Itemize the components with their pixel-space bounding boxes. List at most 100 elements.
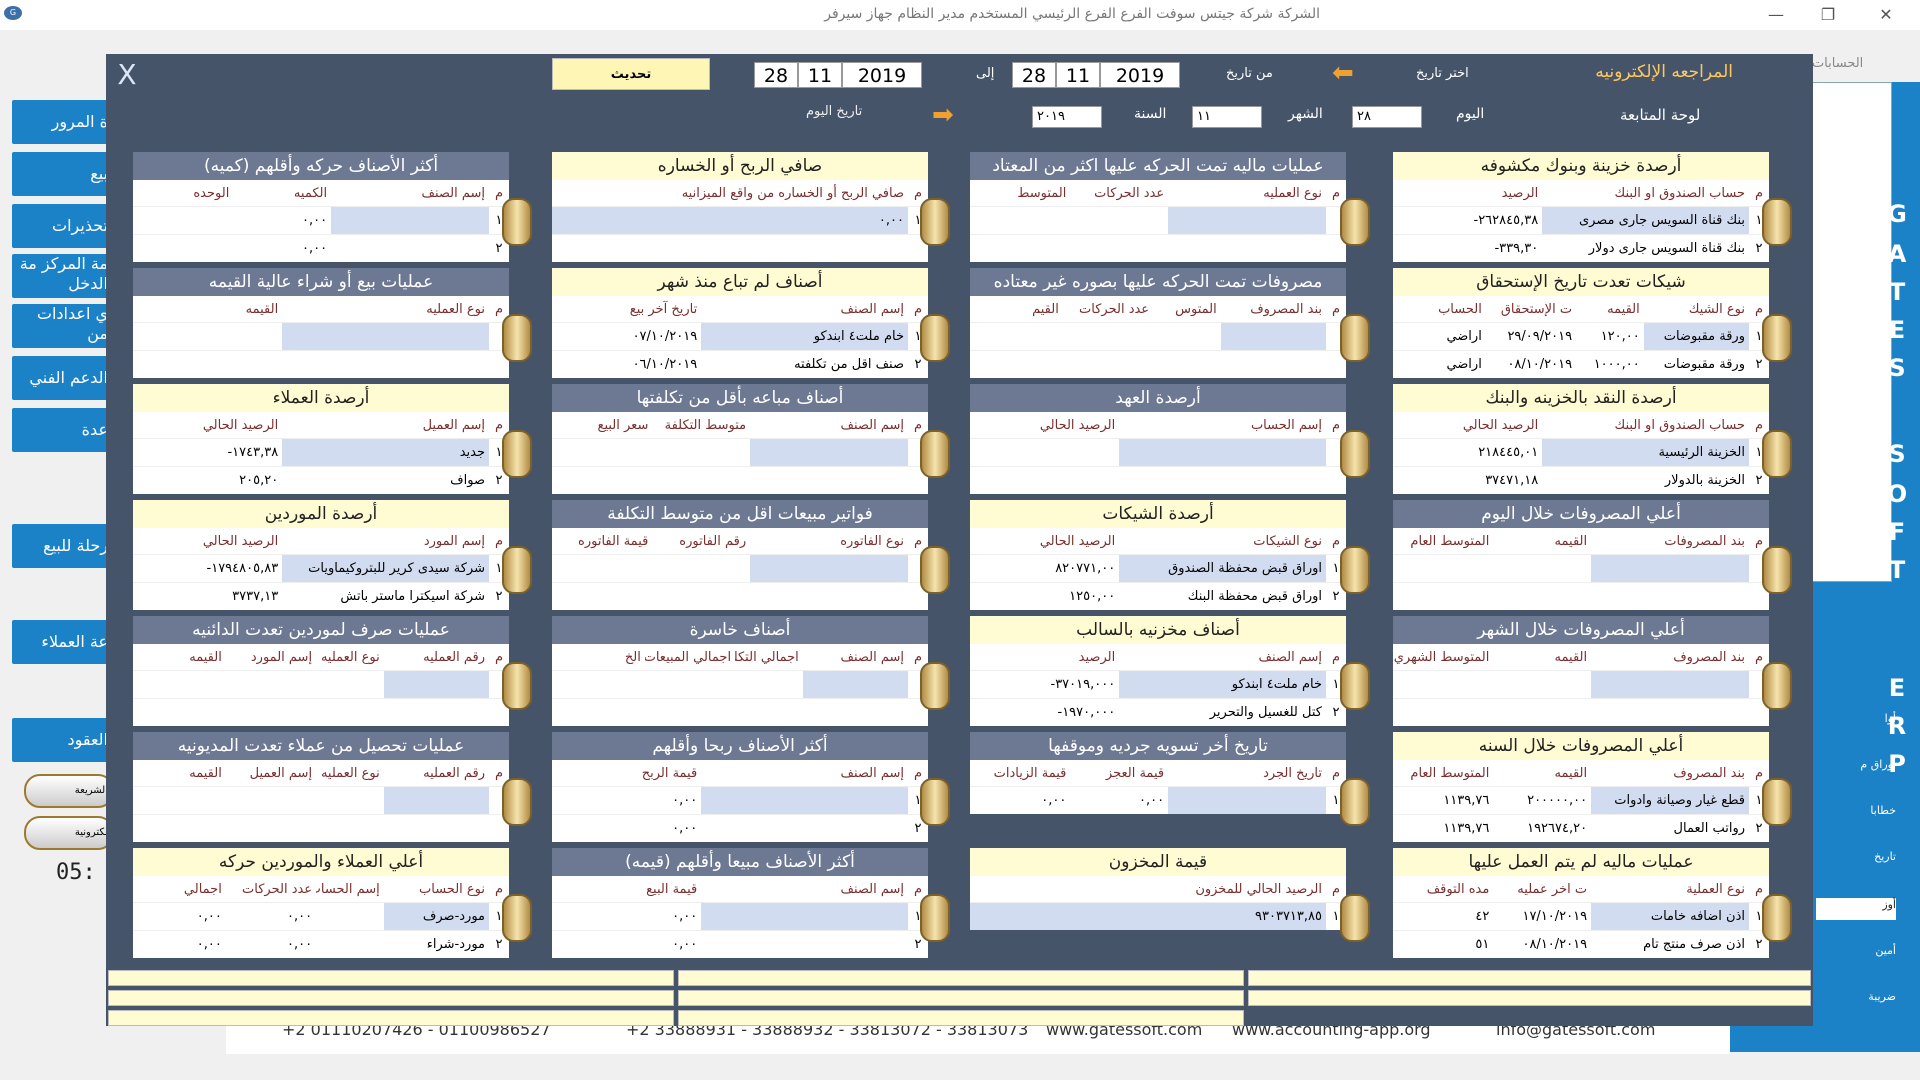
side-item[interactable]: خطابا	[1816, 804, 1896, 817]
shortcut-button[interactable]: الشريعة	[24, 774, 114, 808]
column-header[interactable]: القيمه	[133, 644, 226, 670]
column-header[interactable]: إسم العميل	[282, 412, 489, 438]
column-header[interactable]: الخ	[552, 644, 645, 670]
scroll-handle[interactable]	[1762, 198, 1792, 246]
column-header[interactable]: صافي الربح أو الخساره من واقع الميزانيه	[552, 180, 908, 206]
table-row[interactable]: ١ ٠,٠٠	[552, 786, 928, 814]
column-header[interactable]: المتوسط	[970, 180, 1070, 206]
table-row[interactable]: ٢ صنف اقل من تكلفته ٠٦/١٠/٢٠١٩	[552, 350, 928, 378]
table-row[interactable]	[133, 698, 509, 726]
column-header[interactable]: إسم الصنف	[701, 760, 908, 786]
table-row[interactable]: ٢ مورد-شراء ٠,٠٠ ٠,٠٠	[133, 930, 509, 958]
column-header[interactable]: الكميه	[233, 180, 331, 206]
column-header[interactable]: القيمه	[1493, 760, 1591, 786]
column-header[interactable]: القيمه	[1493, 644, 1591, 670]
table-row[interactable]: ١ ٠,٠٠	[552, 902, 928, 930]
table-row[interactable]: ١ اذن اضافه خامات ١٧/١٠/٢٠١٩ ٤٢	[1393, 902, 1769, 930]
column-header[interactable]: نوع الحساب	[384, 876, 489, 902]
scroll-handle[interactable]	[920, 430, 950, 478]
column-header[interactable]: اجمالي	[133, 876, 226, 902]
column-header[interactable]: إسم الصنف	[701, 876, 908, 902]
scroll-handle[interactable]	[1340, 546, 1370, 594]
scroll-handle[interactable]	[1762, 778, 1792, 826]
table-row[interactable]: ١ اوراق قبض محفظة الصندوق ٨٢٠٧٧١,٠٠	[970, 554, 1346, 582]
column-header[interactable]: سعر البيع	[552, 412, 652, 438]
table-row[interactable]: ٢ رواتب العمال ١٩٢٦٧٤,٢٠ ١١٣٩,٧٦	[1393, 814, 1769, 842]
table-row[interactable]: ١ الخزينة الرئيسية ٢١٨٤٤٥,٠١	[1393, 438, 1769, 466]
column-header[interactable]: عدد الحركات	[1070, 180, 1168, 206]
column-header[interactable]: الرصيد الحالي للمخزون	[970, 876, 1326, 902]
scroll-handle[interactable]	[920, 894, 950, 942]
table-row[interactable]: ١ ٠,٠٠	[552, 206, 928, 234]
scroll-handle[interactable]	[502, 894, 532, 942]
side-item[interactable]: تاريخ	[1816, 850, 1896, 863]
column-header[interactable]: تاريخ الجرد	[1168, 760, 1326, 786]
column-header[interactable]: المتوسط الشهري	[1393, 644, 1493, 670]
table-row[interactable]	[133, 814, 509, 842]
table-row[interactable]	[1393, 670, 1769, 698]
from-day[interactable]: 28	[1012, 62, 1056, 88]
column-header[interactable]: بند المصروف	[1591, 760, 1749, 786]
scroll-handle[interactable]	[1762, 894, 1792, 942]
column-header[interactable]: إسم الصنف	[803, 644, 908, 670]
scroll-handle[interactable]	[502, 198, 532, 246]
column-header[interactable]: رقم العمليه	[384, 644, 489, 670]
column-header[interactable]: تاريخ آخر بيع	[552, 296, 701, 322]
table-row[interactable]: ١ مورد-صرف ٠,٠٠ ٠,٠٠	[133, 902, 509, 930]
table-row[interactable]	[1393, 698, 1769, 726]
column-header[interactable]: إسم الصنف	[331, 180, 489, 206]
column-header[interactable]: الرصيد الحالي	[133, 528, 282, 554]
to-month[interactable]: 11	[798, 62, 842, 88]
day-field[interactable]: ٢٨	[1352, 106, 1422, 128]
scroll-handle[interactable]	[502, 662, 532, 710]
table-row[interactable]	[552, 438, 928, 466]
column-header[interactable]: الرصيد الحالي	[970, 412, 1119, 438]
table-row[interactable]	[1393, 554, 1769, 582]
scroll-handle[interactable]	[920, 198, 950, 246]
table-row[interactable]	[133, 670, 509, 698]
column-header[interactable]: إسم الحساب	[316, 876, 384, 902]
column-header[interactable]: نوع العمليه	[1168, 180, 1326, 206]
table-row[interactable]	[1393, 582, 1769, 610]
from-year[interactable]: 2019	[1100, 62, 1180, 88]
nav-button[interactable]: عدة	[12, 408, 108, 452]
to-day[interactable]: 28	[754, 62, 798, 88]
from-month[interactable]: 11	[1056, 62, 1100, 88]
table-row[interactable]	[552, 466, 928, 494]
column-header[interactable]: عدد الحركات	[226, 876, 316, 902]
table-row[interactable]: ١ جديد ١٧٤٣,٣٨-	[133, 438, 509, 466]
column-header[interactable]: القيمه	[1493, 528, 1591, 554]
table-row[interactable]: ١ خام ملت٤ ابندكو ٠٧/١٠/٢٠١٩	[552, 322, 928, 350]
year-field[interactable]: ٢٠١٩	[1032, 106, 1102, 128]
column-header[interactable]: الرصيد	[1393, 180, 1542, 206]
column-header[interactable]: إسم المورد	[226, 644, 316, 670]
table-row[interactable]: ٢ صواف ٢٠٥,٢٠	[133, 466, 509, 494]
close-window-button[interactable]: ✕	[1866, 2, 1906, 28]
scroll-handle[interactable]	[502, 778, 532, 826]
column-header[interactable]: إسم العميل	[226, 760, 316, 786]
side-item[interactable]: أمين	[1816, 944, 1896, 957]
column-header[interactable]: القيمه	[1576, 296, 1644, 322]
column-header[interactable]: المتوسط العام	[1393, 760, 1493, 786]
column-header[interactable]: بند المصروفات	[1591, 528, 1749, 554]
table-row[interactable]: ١ ٩٣٠٣٧١٣,٨٥	[970, 902, 1346, 930]
column-header[interactable]: نوع العملية	[1591, 876, 1749, 902]
scroll-handle[interactable]	[502, 546, 532, 594]
column-header[interactable]: إسم المورد	[282, 528, 489, 554]
nav-button[interactable]: عة العملاء	[12, 620, 108, 664]
column-header[interactable]: مده التوقف	[1393, 876, 1493, 902]
column-header[interactable]: بند المصروف	[1221, 296, 1326, 322]
column-header[interactable]: الحساب	[1393, 296, 1486, 322]
table-row[interactable]	[970, 466, 1346, 494]
table-row[interactable]	[970, 206, 1346, 234]
column-header[interactable]: إسم الحساب	[1119, 412, 1326, 438]
table-row[interactable]	[552, 582, 928, 610]
column-header[interactable]: إسم الصنف	[1119, 644, 1326, 670]
scroll-handle[interactable]	[920, 314, 950, 362]
column-header[interactable]: الرصيد الحالي	[1393, 412, 1542, 438]
table-row[interactable]	[552, 234, 928, 262]
side-item[interactable]: أوز	[1816, 898, 1896, 920]
column-header[interactable]: متوسط التكلفة	[652, 412, 750, 438]
left-arrow-icon[interactable]: ⬅	[1332, 58, 1354, 88]
column-header[interactable]: إسم الصنف	[750, 412, 908, 438]
